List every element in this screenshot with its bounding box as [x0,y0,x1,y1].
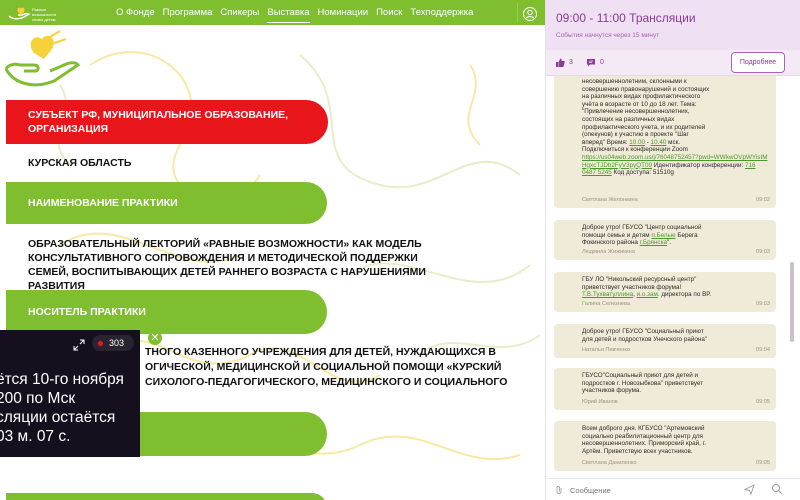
holder-value-line: ТНОГО КАЗЕННОГО УЧРЕЖДЕНИЯ ДЛЯ ДЕТЕЙ, НУ… [145,346,496,358]
broadcast-panel: 09:00 - 11:00 Трансляции События начнутс… [545,0,800,500]
subject-header: СУБЪЕКТ РФ, МУНИЦИПАЛЬНОЕ ОБРАЗОВАНИЕ, О… [6,100,328,144]
expand-icon[interactable] [73,339,85,351]
comments-button[interactable]: 0 [586,58,604,67]
chat-message: ГБУ ЛО "Никольский ресурсный центр" прив… [554,272,776,312]
logo[interactable]: Равные возможности семья детям [6,2,72,23]
holder-value: ТНОГО КАЗЕННОГО УЧРЕЖДЕНИЯ ДЛЯ ДЕТЕЙ, НУ… [145,345,545,390]
message-link[interactable]: Т.В.Тухватуллина [582,291,633,298]
countdown-line: 03 м. 07 с. [0,428,71,445]
message-link[interactable]: п.Белые [651,232,675,239]
top-navigation: Равные возможности семья детям О Фонде Пр… [0,0,545,25]
holder-value-line: ОГИЧЕСКОЙ, МЕДИЦИНСКОЙ И СОЦИАЛЬНОЙ ПОМО… [145,361,502,373]
live-viewers-badge: 303 [92,335,134,351]
message-time: 09:03 [756,301,770,308]
holder-value-line: СИХОЛОГО-ПЕДАГОГИЧЕСКОГО, МЕДИЦИНСКОГО И… [145,376,508,388]
countdown-line: ётся 10-го ноября [0,371,124,388]
message-time: 09:05 [756,460,770,467]
hand-heart-logo-icon [8,7,31,20]
message-text-part: . директора по ВР. [657,291,712,299]
comment-icon [587,59,595,67]
message-author: Людмила Жижикина [582,249,635,256]
message-author: Наталья Пивченко [582,347,630,354]
chat-message: Всем доброго дня. КГБУСО "Артемовский со… [554,421,776,471]
message-author: Галина Селезнева [582,301,630,308]
chat-scrollbar[interactable] [790,262,794,342]
message-time: 09:02 [756,197,770,204]
attachment-icon[interactable] [555,485,563,495]
practice-value: ОБРАЗОВАТЕЛЬНЫЙ ЛЕКТОРИЙ «РАВНЫЕ ВОЗМОЖН… [28,238,426,292]
nav-item[interactable]: Поиск [376,0,402,25]
page: Равные возможности семья детям О Фонде Пр… [0,0,800,500]
thumbs-up-icon [556,58,565,67]
message-time: 09:04 [756,347,770,354]
section-header [6,493,327,500]
message-text-part: Код доступа: 51510g [611,169,674,177]
message-author: Светлана Даниленко [582,460,637,467]
message-link[interactable]: 10.40 [651,139,667,146]
message-time: 09:05 [756,399,770,406]
more-button[interactable]: Подробнее [731,52,785,73]
like-button[interactable]: 3 [555,58,573,67]
hand-heart-icon [4,30,81,87]
message-author: Светлана Желонкина [582,197,638,204]
subject-value: КУРСКАЯ ОБЛАСТЬ [28,157,132,169]
panel-subtitle: События начнутся через 15 минут [556,32,660,39]
logo-text: Равные возможности семья детям [32,7,57,22]
send-icon[interactable] [744,484,755,495]
message-text: Доброе утро! ГБУСО "Центр социальной пом… [582,224,770,247]
panel-actions: 3 0 Подробнее [546,50,800,76]
close-icon: ✕ [150,332,160,344]
user-account-icon[interactable] [517,3,545,23]
message-text-part: ГБУ ЛО "Никольский ресурсный центр" прив… [582,276,697,291]
nav-menu: О Фонде Программа Спикеры Выставка Номинации… [116,0,481,25]
nav-item[interactable]: Номинации [318,0,369,25]
message-author: Юрий Иванов [582,399,618,406]
countdown-line: сляции остаётся [0,409,116,426]
countdown-line: 200 по Мск [0,390,76,407]
likes-count: 3 [569,59,573,66]
viewers-count: 303 [109,338,125,348]
comments-count: 0 [600,59,604,66]
message-text: Доброе утро! ГБУСО "Социальный приют для… [582,328,708,343]
holder-header-label: НОСИТЕЛЬ ПРАКТИКИ [28,306,146,318]
close-video-button[interactable]: ✕ [148,331,162,345]
nav-item[interactable]: О Фонде [116,0,155,25]
chat-message: Доброе утро! ГБУСО "Центр социальной пом… [554,220,776,260]
message-text-part: Идентификатор конференции: [652,161,745,169]
nav-item[interactable]: Техподдержка [410,0,473,25]
panel-header: 09:00 - 11:00 Трансляции События начнутс… [546,0,800,50]
practice-header-label: НАИМЕНОВАНИЕ ПРАКТИКИ [28,197,178,209]
broadcast-countdown-text: ётся 10-го ноября 200 по Мск сляции оста… [0,370,124,446]
practice-header: НАИМЕНОВАНИЕ ПРАКТИКИ [6,182,327,224]
live-dot-icon [98,340,103,346]
message-text: ГБУСО"Социальный приют для детей и подро… [582,372,704,395]
chat-message: несовершеннолетним, склонными к совершен… [554,76,776,208]
message-text: Всем доброго дня. КГБУСО "Артемовский со… [582,425,706,455]
message-input[interactable] [570,483,720,497]
message-time: 09:03 [756,249,770,256]
subject-header-label: СУБЪЕКТ РФ, МУНИЦИПАЛЬНОЕ ОБРАЗОВАНИЕ, О… [28,109,289,135]
message-text: несовершеннолетним, склонными к совершен… [582,78,770,177]
nav-item[interactable]: Выставка [267,0,310,25]
message-link[interactable]: г.Брянска [640,239,667,246]
nav-item[interactable]: Спикеры [220,0,259,25]
message-text-part: ". [666,239,671,247]
message-text: ГБУ ЛО "Никольский ресурсный центр" прив… [582,276,770,299]
holder-header: НОСИТЕЛЬ ПРАКТИКИ [6,290,327,334]
message-input-bar [546,478,800,500]
panel-title: 09:00 - 11:00 Трансляции [556,11,696,25]
message-text-part: несовершеннолетним, склонными к совершен… [582,78,710,146]
search-icon[interactable] [771,483,783,495]
chat-message: ГБУСО"Социальный приют для детей и подро… [554,368,776,410]
chat-messages[interactable]: несовершеннолетним, склонными к совершен… [546,76,800,478]
message-link[interactable]: и.о.зам [637,291,658,298]
message-link[interactable]: 10.00 [629,139,645,146]
nav-item[interactable]: Программа [163,0,213,25]
chat-message: Доброе утро! ГБУСО "Социальный приют для… [554,324,776,358]
